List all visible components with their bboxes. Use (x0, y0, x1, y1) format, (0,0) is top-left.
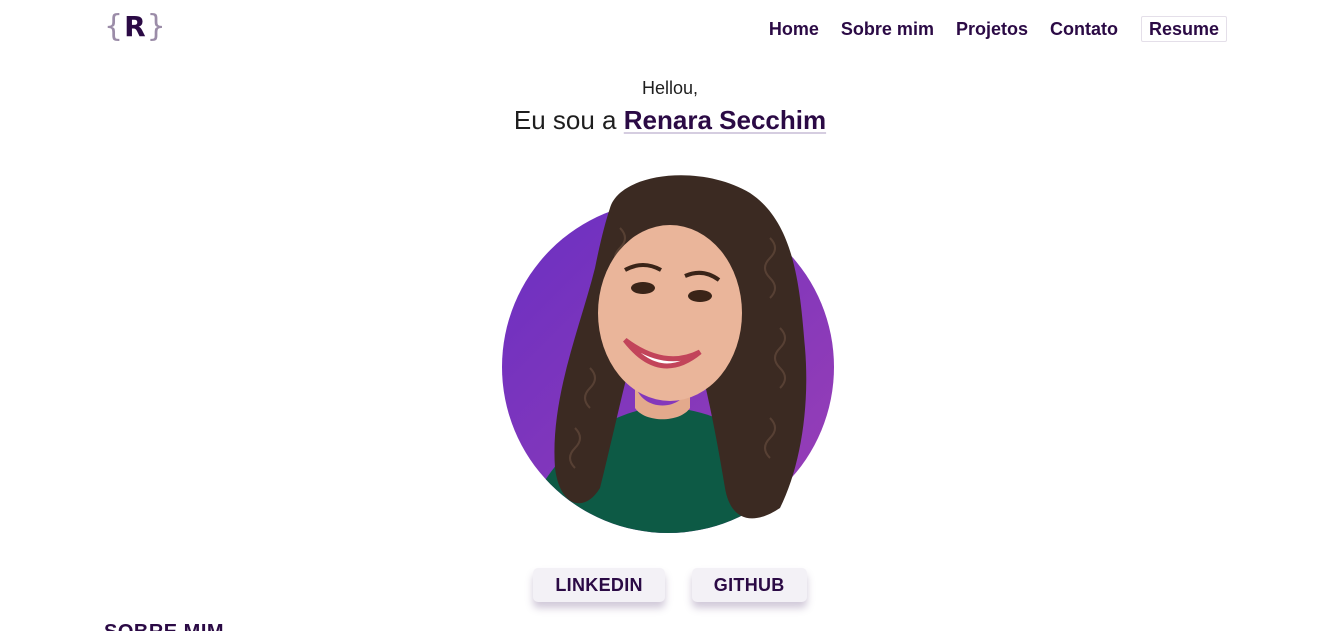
social-links: LINKEDIN GITHUB (0, 568, 1340, 602)
linkedin-button[interactable]: LINKEDIN (533, 568, 665, 602)
nav-resume-button[interactable]: Resume (1140, 16, 1227, 42)
github-button[interactable]: GITHUB (691, 568, 807, 602)
nav-sobre-mim[interactable]: Sobre mim (841, 17, 934, 41)
logo-close-brace: } (146, 9, 166, 44)
logo-link[interactable]: { R } (104, 10, 166, 44)
hero-greeting: Hellou, (641, 78, 699, 98)
nav-contato[interactable]: Contato (1050, 17, 1118, 41)
logo-letter: R (124, 10, 146, 43)
nav-projetos[interactable]: Projetos (956, 17, 1028, 41)
logo-open-brace: { (104, 9, 124, 44)
page: { R } Home Sobre mim Projetos Contato Re… (0, 0, 1340, 631)
main-nav: Home Sobre mim Projetos Contato Resume (769, 16, 1227, 42)
hero-title: Eu sou a Renara Secchim (0, 103, 1340, 137)
about-section-heading: SOBRE MIM (104, 620, 224, 631)
hero-name: Renara Secchim (623, 105, 827, 135)
nav-home[interactable]: Home (769, 17, 819, 41)
site-header: { R } Home Sobre mim Projetos Contato Re… (0, 0, 1340, 60)
profile-photo (500, 168, 836, 534)
hero-intro: Eu sou a (513, 105, 617, 135)
face-shape (598, 225, 742, 401)
